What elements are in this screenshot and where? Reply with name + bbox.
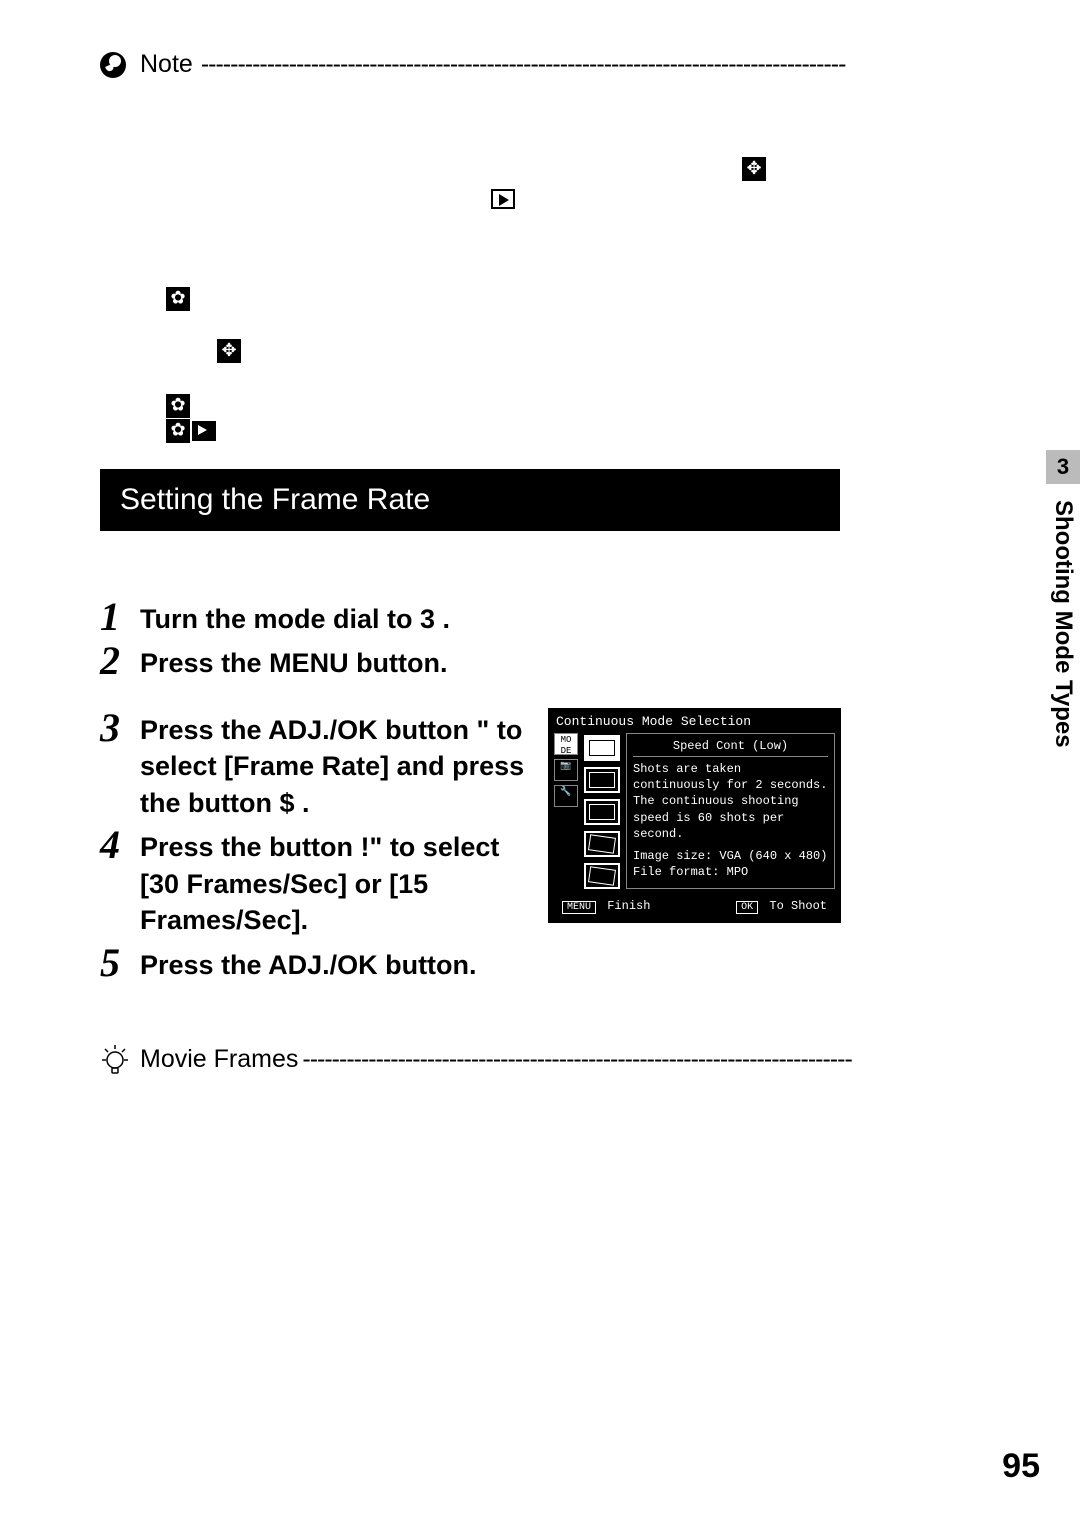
step-row: 2 Press the MENU button. bbox=[100, 645, 840, 681]
chapter-caption: Shooting Mode Types bbox=[1049, 500, 1077, 748]
macro-icon bbox=[166, 394, 190, 418]
step-text: Press the ADJ./OK button. bbox=[140, 947, 477, 983]
step-row: 5 Press the ADJ./OK button. bbox=[100, 947, 840, 983]
lcd-ok-button-label: OK bbox=[736, 901, 758, 914]
camera-lcd-preview: Continuous Mode Selection MO DE 📷 🔧 Spee… bbox=[548, 708, 841, 923]
section-heading: Setting the Frame Rate bbox=[100, 469, 840, 531]
lcd-desc-line: Shots are taken continuously for 2 secon… bbox=[633, 761, 828, 793]
chapter-tab: 3 bbox=[1046, 450, 1080, 484]
lcd-desc-line: The continuous shooting speed is 60 shot… bbox=[633, 793, 828, 842]
lcd-desc-line: File format: MPO bbox=[633, 864, 828, 880]
play-inverted-icon bbox=[192, 421, 216, 441]
step-text: Press the MENU button. bbox=[140, 645, 448, 681]
direction-pad-icon bbox=[217, 339, 241, 363]
lcd-title: Continuous Mode Selection bbox=[554, 714, 835, 733]
lcd-desc-line: Image size: VGA (640 x 480) bbox=[633, 848, 828, 864]
macro-icon bbox=[166, 419, 190, 443]
lcd-mode-option bbox=[584, 767, 620, 793]
step-text: Press the button !" to select [30 Frames… bbox=[140, 829, 530, 938]
lcd-menu-button-label: MENU bbox=[562, 901, 596, 914]
lcd-mode-option bbox=[584, 863, 620, 889]
step-number: 2 bbox=[100, 641, 140, 681]
step-row: 3 Press the ADJ./OK button " to select [… bbox=[100, 712, 530, 821]
step-number: 1 bbox=[100, 597, 140, 637]
lcd-tab: 🔧 bbox=[554, 785, 578, 807]
lcd-foot-right: To Shoot bbox=[769, 899, 827, 913]
lightbulb-icon bbox=[100, 1043, 130, 1077]
lcd-mode-option bbox=[584, 735, 620, 761]
tip-dashes: ----------------------------------------… bbox=[302, 1045, 1080, 1074]
macro-icon bbox=[166, 287, 190, 311]
step-text: Turn the mode dial to 3 . bbox=[140, 601, 450, 637]
tip-label: Movie Frames bbox=[140, 1045, 298, 1074]
lcd-tab: MO DE bbox=[554, 733, 578, 755]
step-row: 4 Press the button !" to select [30 Fram… bbox=[100, 829, 530, 938]
note-header: Note -----------------------------------… bbox=[100, 50, 1080, 79]
note-icon bbox=[100, 52, 126, 78]
step-text: Press the ADJ./OK button " to select [Fr… bbox=[140, 712, 530, 821]
page-number: 95 bbox=[1002, 1447, 1040, 1486]
play-icon bbox=[491, 189, 515, 209]
lcd-mode-option bbox=[584, 799, 620, 825]
step-number: 5 bbox=[100, 943, 140, 983]
note-label: Note bbox=[140, 50, 193, 79]
step-number: 3 bbox=[100, 708, 140, 748]
lcd-option-title: Speed Cont (Low) bbox=[633, 738, 828, 757]
tip-header: Movie Frames ---------------------------… bbox=[100, 1043, 1080, 1077]
lcd-tab: 📷 bbox=[554, 759, 578, 781]
lcd-mode-option bbox=[584, 831, 620, 857]
note-dashes: ----------------------------------------… bbox=[201, 50, 1080, 79]
lcd-foot-left: Finish bbox=[607, 899, 650, 913]
direction-pad-icon bbox=[742, 157, 766, 181]
step-row: 1 Turn the mode dial to 3 . bbox=[100, 601, 840, 637]
step-number: 4 bbox=[100, 825, 140, 865]
note-body-icons bbox=[100, 99, 1080, 439]
